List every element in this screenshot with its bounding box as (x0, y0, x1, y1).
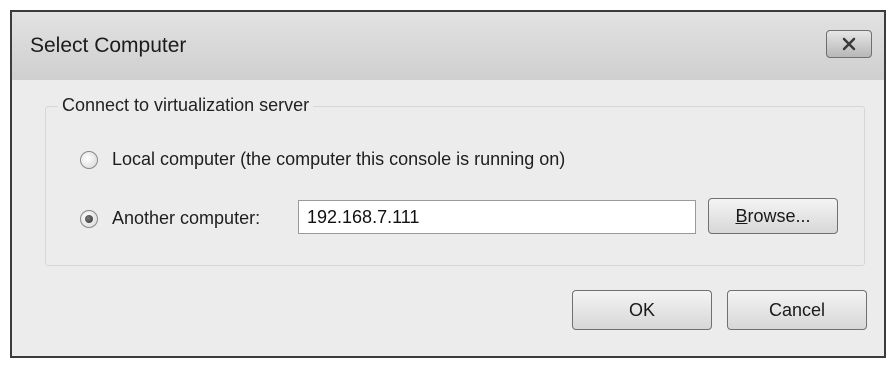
close-icon (841, 37, 857, 51)
local-computer-option[interactable]: Local computer (the computer this consol… (80, 149, 565, 170)
dialog-content: Connect to virtualization server Local c… (12, 80, 884, 356)
another-computer-label[interactable]: Another computer: (112, 208, 260, 229)
another-computer-radio[interactable] (80, 209, 98, 228)
close-button[interactable] (826, 30, 872, 58)
browse-button[interactable]: Browse... (708, 198, 838, 234)
ok-button[interactable]: OK (572, 290, 712, 330)
browse-mnemonic: B (735, 205, 748, 226)
cancel-button[interactable]: Cancel (727, 290, 867, 330)
computer-name-input[interactable] (298, 200, 696, 234)
groupbox-legend: Connect to virtualization server (58, 95, 314, 116)
connect-groupbox: Connect to virtualization server Local c… (45, 95, 865, 266)
window-title: Select Computer (30, 34, 187, 57)
title-bar[interactable]: Select Computer (12, 12, 884, 80)
select-computer-dialog: Select Computer Connect to virtualizatio… (10, 10, 886, 358)
local-computer-radio[interactable] (80, 150, 98, 169)
local-computer-label[interactable]: Local computer (the computer this consol… (112, 149, 565, 170)
browse-label: rowse... (747, 205, 811, 226)
another-computer-option[interactable]: Another computer: (80, 208, 260, 229)
